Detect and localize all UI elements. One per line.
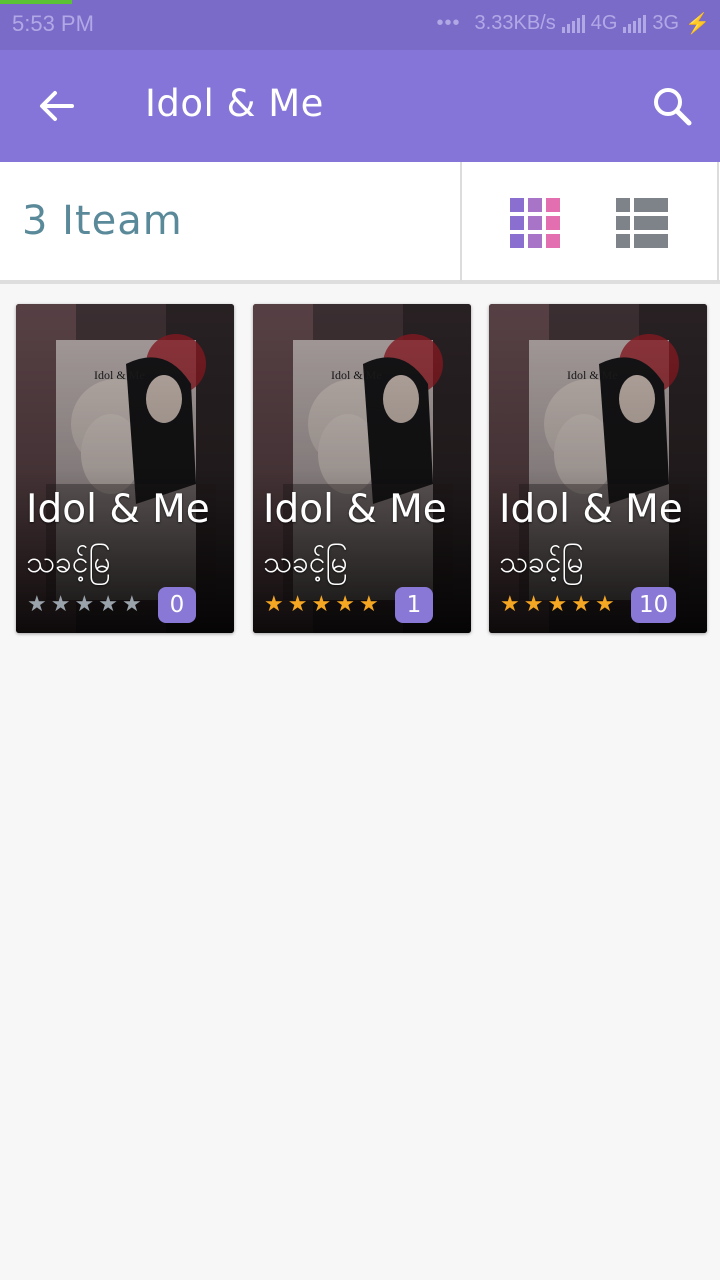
list-view-button[interactable] — [612, 195, 672, 251]
back-button[interactable] — [30, 82, 82, 130]
signal-icon — [561, 14, 585, 33]
book-author: သခင့်မြ — [26, 545, 111, 580]
star-icon: ★ — [311, 592, 332, 617]
rating-stars: ★ ★ ★ ★ ★ — [500, 594, 615, 616]
network-type-2: 3G — [652, 12, 680, 34]
star-icon: ★ — [98, 592, 118, 617]
rating-stars: ★ ★ ★ ★ ★ — [264, 594, 379, 616]
star-icon: ★ — [121, 592, 142, 617]
status-time: 5:53 PM — [12, 11, 94, 36]
download-progress — [0, 0, 72, 4]
rating-stars: ★ ★ ★ ★ ★ — [27, 594, 142, 616]
star-icon: ★ — [571, 592, 591, 617]
list-view-icon — [616, 198, 668, 212]
count-badge: 1 — [395, 587, 433, 623]
star-icon: ★ — [594, 592, 615, 617]
status-indicators: ••• 3.33KB/s 4G 3G ⚡ — [437, 11, 710, 36]
book-title: Idol & Me — [499, 487, 683, 532]
item-count: 3 Iteam — [22, 198, 183, 244]
count-badge: 10 — [631, 587, 677, 623]
network-type-1: 4G — [590, 12, 618, 34]
star-icon: ★ — [358, 592, 379, 617]
star-icon: ★ — [523, 592, 544, 617]
app-bar: Idol & Me — [0, 50, 720, 162]
book-author: သခင့်မြ — [499, 545, 584, 580]
count-badge: 0 — [158, 587, 196, 623]
star-icon: ★ — [50, 592, 71, 617]
star-icon: ★ — [287, 592, 308, 617]
book-title: Idol & Me — [26, 487, 210, 532]
divider-right — [717, 162, 719, 282]
page-title: Idol & Me — [145, 82, 324, 125]
star-icon: ★ — [500, 592, 520, 617]
status-bar: 5:53 PM ••• 3.33KB/s 4G 3G ⚡ — [0, 0, 720, 50]
star-icon: ★ — [27, 592, 47, 617]
book-author: သခင့်မြ — [263, 545, 348, 580]
grid-view-icon — [510, 198, 524, 212]
divider — [460, 162, 462, 282]
network-speed: 3.33KB/s — [474, 12, 556, 34]
signal-icon-2 — [623, 14, 647, 33]
notification-dots: ••• — [436, 12, 461, 34]
view-toolbar: 3 Iteam — [0, 162, 720, 284]
charging-icon: ⚡ — [685, 13, 710, 35]
star-icon: ★ — [74, 592, 95, 617]
arrow-left-icon — [40, 91, 74, 121]
search-icon — [654, 88, 692, 126]
search-button[interactable] — [648, 82, 696, 130]
book-title: Idol & Me — [263, 487, 447, 532]
book-card[interactable]: Idol & Me Idol & Meသခင့်မြ★★★★★10 — [489, 304, 707, 633]
star-icon: ★ — [264, 592, 284, 617]
grid-view-button[interactable] — [505, 193, 565, 253]
star-icon: ★ — [335, 592, 355, 617]
star-icon: ★ — [547, 592, 568, 617]
book-card[interactable]: Idol & Me Idol & Meသခင့်မြ★★★★★0 — [16, 304, 234, 633]
book-card[interactable]: Idol & Me Idol & Meသခင့်မြ★★★★★1 — [253, 304, 471, 633]
